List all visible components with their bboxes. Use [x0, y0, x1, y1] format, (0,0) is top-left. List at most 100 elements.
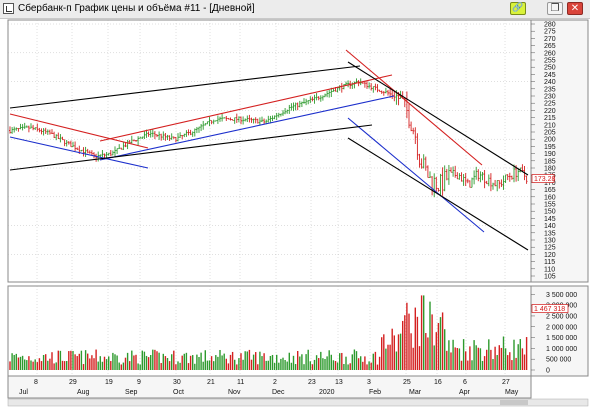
price-axis[interactable] — [530, 19, 589, 283]
volume-bar — [292, 355, 295, 370]
volume-bar — [299, 356, 301, 370]
volume-bar — [427, 337, 429, 370]
date-month-label: Mar — [409, 389, 422, 396]
volume-bar — [416, 316, 419, 370]
volume-bar — [122, 362, 125, 370]
volume-bar — [347, 364, 349, 370]
volume-bar — [519, 339, 521, 370]
volume-tick-label: 2 500 000 — [546, 313, 577, 320]
volume-bar — [448, 340, 450, 370]
price-tick-label: 245 — [544, 72, 556, 79]
volume-bar — [105, 359, 108, 370]
volume-bar — [469, 346, 471, 370]
volume-bar — [330, 354, 332, 370]
volume-bar — [82, 364, 85, 370]
volume-bar — [301, 354, 303, 370]
price-tick-label: 145 — [544, 216, 556, 223]
volume-bar — [391, 328, 393, 370]
volume-bar — [259, 351, 261, 370]
volume-bar — [328, 350, 330, 370]
volume-bar — [204, 350, 206, 370]
volume-bar — [120, 364, 122, 370]
volume-bar — [267, 360, 269, 370]
volume-bar — [84, 350, 87, 370]
price-tick-label: 200 — [544, 137, 556, 144]
volume-bar — [225, 358, 227, 370]
volume-bar — [397, 334, 400, 370]
volume-bar — [410, 333, 412, 370]
volume-bar — [481, 360, 484, 370]
volume-bar — [351, 354, 353, 370]
price-tick-label: 205 — [544, 130, 556, 137]
volume-bar — [446, 350, 448, 370]
volume-bar — [114, 354, 116, 370]
volume-bar — [189, 355, 192, 370]
volume-bar — [423, 295, 425, 370]
volume-bar — [76, 356, 78, 370]
volume-bar — [51, 352, 53, 370]
volume-bar — [221, 355, 223, 370]
volume-bar — [112, 352, 114, 370]
price-tick-label: 180 — [544, 166, 556, 173]
volume-bar — [158, 352, 160, 370]
volume-bar — [381, 337, 383, 370]
volume-bar — [129, 361, 131, 370]
volume-bar — [393, 335, 395, 370]
volume-bar — [370, 362, 372, 370]
volume-bar — [252, 354, 255, 370]
volume-bar — [250, 359, 253, 370]
volume-bar — [389, 344, 391, 370]
volume-bar — [26, 360, 28, 370]
volume-bar — [433, 345, 435, 370]
volume-bar — [152, 349, 154, 370]
volume-bar — [339, 353, 341, 370]
volume-bar — [164, 356, 167, 370]
volume-bar — [376, 364, 379, 370]
price-tick-label: 135 — [544, 230, 556, 237]
volume-bar — [309, 361, 311, 370]
volume-bar — [515, 357, 517, 370]
volume-bar — [364, 356, 366, 370]
volume-bar — [171, 354, 173, 370]
volume-bar — [439, 317, 442, 370]
volume-bar — [183, 353, 185, 370]
volume-bar — [492, 358, 494, 370]
date-month-label: Aug — [77, 389, 90, 396]
date-day-label: 27 — [502, 379, 510, 386]
volume-bar — [307, 349, 309, 370]
volume-bar — [271, 354, 274, 370]
volume-bar — [196, 354, 198, 370]
volume-bar — [38, 358, 41, 370]
volume-bar — [21, 355, 24, 370]
volume-bar — [181, 355, 183, 370]
volume-bar — [42, 354, 45, 370]
volume-bar — [108, 356, 110, 370]
volume-bar — [141, 350, 143, 370]
volume-bar — [402, 320, 404, 370]
date-month-label: May — [505, 389, 519, 396]
volume-bar — [160, 363, 162, 370]
volume-bar — [460, 360, 463, 370]
volume-bar — [24, 359, 26, 370]
volume-bar — [429, 301, 431, 370]
volume-bar — [210, 356, 213, 370]
volume-bar — [313, 359, 316, 370]
volume-bar — [202, 361, 204, 370]
volume-bar — [465, 351, 467, 370]
volume-bar — [57, 350, 59, 370]
volume-bar — [450, 352, 452, 370]
scrollbar-thumb[interactable] — [500, 400, 528, 405]
volume-bar — [9, 361, 11, 370]
volume-bar — [336, 362, 339, 370]
volume-bar — [334, 360, 337, 370]
chart-area[interactable]: 2802752702652602552502452402352302252202… — [0, 0, 590, 407]
volume-bar — [78, 353, 80, 370]
volume-bar — [175, 364, 177, 370]
volume-bar — [61, 360, 64, 370]
volume-bar — [231, 351, 234, 370]
volume-bar — [521, 348, 524, 370]
volume-bar — [227, 363, 230, 370]
volume-bar — [124, 357, 127, 370]
volume-bar — [500, 347, 503, 370]
date-day-label: 2 — [273, 379, 277, 386]
